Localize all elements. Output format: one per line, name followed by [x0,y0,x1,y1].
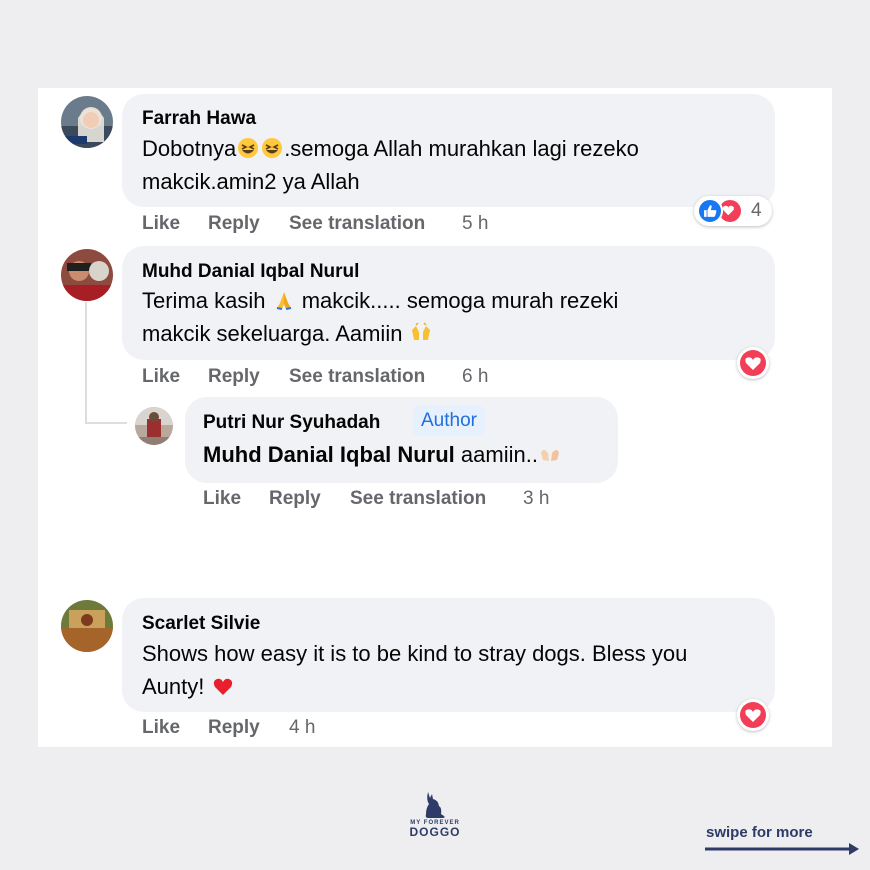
comment-text-part: makcik.amin2 ya Allah [142,169,360,194]
comment-actions: Like Reply 4 h [142,717,315,739]
comment-text: Terima kasih makcik..... semoga murah re… [142,284,762,350]
avatar-farrah-hawa[interactable] [61,96,113,148]
dog-silhouette-icon [425,792,445,818]
comment-actions: Like Reply See translation 3 h [203,488,549,510]
author-badge: Author [413,406,485,436]
reaction-summary[interactable] [737,347,769,379]
thread-connector-line [85,302,87,424]
like-button[interactable]: Like [142,717,208,739]
comment-text: Shows how easy it is to be kind to stray… [142,637,767,703]
avatar-muhd-danial[interactable] [61,249,113,301]
swipe-for-more-label[interactable]: swipe for more [706,824,813,841]
like-reaction-icon [697,198,723,224]
like-button[interactable]: Like [142,213,208,235]
mention-link[interactable]: Muhd Danial Iqbal Nurul [203,442,455,467]
comment-text: Muhd Danial Iqbal Nurul aamiin.. [203,438,623,471]
commenter-name[interactable]: Scarlet Silvie [142,613,260,635]
see-translation-button[interactable]: See translation [350,488,523,510]
comment-text-part: Terima kasih [142,288,266,313]
reaction-summary[interactable]: 4 [694,196,772,226]
like-button[interactable]: Like [142,366,208,388]
see-translation-button[interactable]: See translation [289,366,462,388]
avatar-putri-nur-syuhadah[interactable] [135,407,173,445]
raising-hands-emoji [411,322,430,340]
grinning-squint-emoji [238,138,259,158]
reaction-count: 4 [751,200,762,221]
avatar-scarlet-silvie[interactable] [61,600,113,652]
comment-text-part: aamiin.. [460,442,538,467]
comment-actions: Like Reply See translation 6 h [142,366,488,388]
comment-actions: Like Reply See translation 5 h [142,213,488,235]
thread-connector-branch [85,422,127,424]
comment-text-part: .semoga Allah murahkan lagi rezeko [284,136,639,161]
commenter-name[interactable]: Farrah Hawa [142,108,256,130]
comment-text-part: Shows how easy it is to be kind to stray… [142,641,688,666]
comment-timestamp[interactable]: 4 h [289,717,315,739]
commenter-name[interactable]: Putri Nur Syuhadah [203,412,380,434]
logo-big-text: DOGGO [409,825,461,839]
love-reaction-icon [740,702,766,728]
see-translation-button[interactable]: See translation [289,213,462,235]
folded-hands-emoji [276,292,291,310]
comment-text-part: makcik..... semoga murah rezeki [301,288,619,313]
commenter-name[interactable]: Muhd Danial Iqbal Nurul [142,261,359,283]
red-heart-emoji [213,678,232,695]
reply-button[interactable]: Reply [208,717,289,739]
reaction-summary[interactable] [737,699,769,731]
reply-button[interactable]: Reply [208,213,289,235]
comment-text-part: Dobotnya [142,136,237,161]
open-hands-emoji [540,450,559,461]
brand-logo: MY FOREVER DOGGO [400,790,470,838]
arrow-right-icon[interactable] [705,840,863,858]
comment-timestamp[interactable]: 3 h [523,488,549,510]
like-button[interactable]: Like [203,488,269,510]
comment-text-part: Aunty! [142,674,205,699]
reply-button[interactable]: Reply [208,366,289,388]
grinning-squint-emoji [262,138,283,158]
comment-text: Dobotnya .semoga Allah murahkan lagi reze… [142,132,762,198]
reply-button[interactable]: Reply [269,488,350,510]
comment-text-part: makcik sekeluarga. Aamiin [142,321,403,346]
comment-timestamp[interactable]: 5 h [462,213,488,235]
love-reaction-icon [740,350,766,376]
comment-timestamp[interactable]: 6 h [462,366,488,388]
